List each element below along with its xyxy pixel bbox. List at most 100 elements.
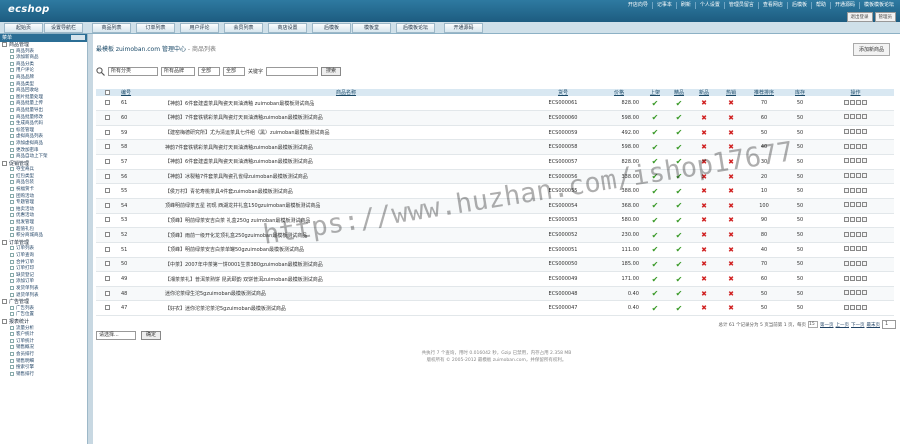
col-hot[interactable]: 热销 (717, 89, 745, 96)
view-icon[interactable] (844, 290, 849, 296)
row-checkbox[interactable] (104, 305, 110, 311)
row-checkbox[interactable] (104, 173, 110, 179)
top-link[interactable]: 模板模板论坛 (858, 2, 898, 9)
edit-icon[interactable] (850, 216, 855, 222)
row-checkbox[interactable] (104, 100, 110, 106)
edit-icon[interactable] (850, 173, 855, 179)
new-no-icon[interactable]: ✖ (701, 260, 707, 268)
top-link[interactable]: 帮助 (810, 2, 830, 9)
sidebar-item[interactable]: 订单查询 (0, 253, 87, 260)
view-icon[interactable] (844, 275, 849, 281)
stock[interactable]: 50 (783, 286, 817, 302)
sidebar-item[interactable]: 发货单列表 (0, 285, 87, 293)
on-sale-yes-icon[interactable]: ✔ (652, 216, 659, 225)
edit-icon[interactable] (850, 187, 855, 193)
goods-name[interactable]: 【神韵】6件套建盏茶具陶瓷天目油滴釉 zuimoban最模板测试商品 (161, 96, 531, 112)
sidebar-item[interactable]: 商品自动上下架 (0, 154, 87, 161)
trash-icon[interactable] (862, 290, 867, 296)
view-icon[interactable] (844, 202, 849, 208)
row-checkbox[interactable] (104, 129, 110, 135)
edit-icon[interactable] (850, 129, 855, 135)
copy-icon[interactable] (856, 143, 861, 149)
sidebar-item[interactable]: 添加新商品 (0, 55, 87, 62)
trash-icon[interactable] (862, 304, 867, 310)
goods-sn[interactable]: ECS000060 (531, 110, 595, 126)
sidebar-item[interactable]: 缺货登记 (0, 272, 87, 280)
copy-icon[interactable] (856, 202, 861, 208)
goods-price[interactable]: 598.00 (595, 110, 643, 126)
sidebar-item[interactable]: 商品包装 (0, 180, 87, 187)
trash-icon[interactable] (862, 173, 867, 179)
collapse-toggle-icon[interactable] (2, 160, 7, 166)
sort-order[interactable]: 50 (745, 300, 783, 317)
sidebar-item[interactable]: 搜索引擎 (0, 365, 87, 372)
new-no-icon[interactable]: ✖ (701, 187, 707, 195)
hot-no-icon[interactable]: ✖ (728, 99, 734, 107)
new-no-icon[interactable]: ✖ (701, 202, 707, 210)
edit-icon[interactable] (850, 99, 855, 105)
new-no-icon[interactable]: ✖ (701, 275, 707, 283)
sidebar-item[interactable]: 标签管理 (0, 127, 87, 135)
new-no-icon[interactable]: ✖ (701, 114, 707, 122)
first-page-link[interactable]: 第一页 (820, 322, 834, 328)
status-select[interactable]: 全部 (223, 67, 245, 76)
view-icon[interactable] (844, 304, 849, 310)
col-stock[interactable]: 库存 (783, 89, 817, 96)
goods-sn[interactable]: ECS000053 (531, 213, 595, 229)
sort-order[interactable]: 40 (745, 242, 783, 258)
edit-icon[interactable] (850, 290, 855, 296)
search-button[interactable]: 搜索 (321, 67, 342, 76)
sidebar-item[interactable]: 会员排行 (0, 351, 87, 359)
best-yes-icon[interactable]: ✔ (676, 245, 683, 254)
sidebar-item[interactable]: 商品批量修改 (0, 114, 87, 122)
sidebar-item[interactable]: 图片批量处理 (0, 94, 87, 102)
prev-page-link[interactable]: 上一页 (836, 322, 850, 328)
goods-price[interactable]: 368.00 (595, 198, 643, 214)
best-yes-icon[interactable]: ✔ (676, 289, 683, 298)
sidebar-item[interactable]: 商品批量导出 (0, 107, 87, 115)
sidebar-item[interactable]: 批发管理 (0, 220, 87, 227)
goods-sn[interactable]: ECS000057 (531, 154, 595, 170)
best-yes-icon[interactable]: ✔ (676, 113, 683, 122)
goods-price[interactable]: 111.00 (595, 242, 643, 258)
edit-icon[interactable] (850, 158, 855, 164)
trash-icon[interactable] (862, 99, 867, 105)
new-no-icon[interactable]: ✖ (701, 304, 707, 312)
hot-no-icon[interactable]: ✖ (728, 216, 734, 224)
view-icon[interactable] (844, 187, 849, 193)
on-sale-yes-icon[interactable]: ✔ (652, 304, 659, 313)
goods-name[interactable]: 【顶峰】明前绿茶安吉白茶单罐50gzuimoban最模板测试商品 (161, 242, 531, 258)
best-yes-icon[interactable]: ✔ (676, 304, 683, 313)
on-sale-yes-icon[interactable]: ✔ (652, 231, 659, 240)
on-sale-yes-icon[interactable]: ✔ (652, 128, 659, 137)
goods-name[interactable]: 【建窑梅德研究所】尤为清运茶具七件组（黑）zuimoban最模板测试商品 (161, 125, 531, 141)
hot-no-icon[interactable]: ✖ (728, 231, 734, 239)
copy-icon[interactable] (856, 246, 861, 252)
hot-no-icon[interactable]: ✖ (728, 114, 734, 122)
top-link[interactable]: 刷新 (675, 2, 695, 9)
on-sale-yes-icon[interactable]: ✔ (652, 245, 659, 254)
goods-sn[interactable]: ECS000051 (531, 242, 595, 258)
edit-icon[interactable] (850, 143, 855, 149)
stock[interactable]: 50 (783, 300, 817, 317)
goods-name[interactable]: 【神韵】6件套建盏茶具陶瓷天目油滴釉zuimoban最模板测试商品 (161, 154, 531, 170)
hot-no-icon[interactable]: ✖ (728, 304, 734, 312)
row-checkbox[interactable] (104, 232, 110, 238)
best-yes-icon[interactable]: ✔ (676, 187, 683, 196)
sidebar-item[interactable]: 超值礼包 (0, 226, 87, 234)
goods-price[interactable]: 171.00 (595, 271, 643, 287)
sidebar-item[interactable]: 流量分析 (0, 325, 87, 333)
sidebar-group[interactable]: 订单管理 (0, 239, 87, 247)
nav-tab[interactable]: 商品列表 (92, 23, 131, 33)
view-icon[interactable] (844, 216, 849, 222)
hot-no-icon[interactable]: ✖ (728, 202, 734, 210)
top-link[interactable]: 个人设置 (694, 2, 724, 9)
sort-order[interactable]: 70 (745, 96, 783, 112)
copy-icon[interactable] (856, 260, 861, 266)
stock[interactable]: 50 (783, 169, 817, 185)
edit-icon[interactable] (850, 275, 855, 281)
goods-name[interactable]: 【好农】迷你沱茶沱茶沱5gzuimoban最模板测试商品 (161, 300, 531, 317)
sidebar-item[interactable]: 拍卖活动 (0, 206, 87, 214)
sidebar-group[interactable]: 促销管理 (0, 160, 87, 168)
goods-price[interactable]: 598.00 (595, 139, 643, 156)
